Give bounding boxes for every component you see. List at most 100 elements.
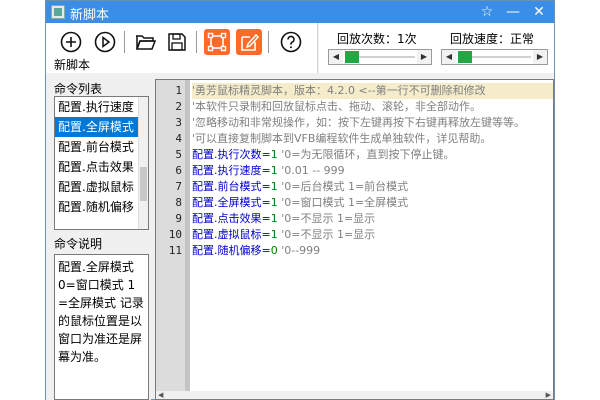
command-list-scrollbar[interactable] — [138, 97, 148, 229]
code-value: 1 — [270, 164, 278, 177]
minimize-button[interactable]: — — [502, 3, 524, 21]
slider-right-arrow-icon[interactable]: ▶ — [533, 50, 547, 64]
code-text: 配置.执行次数=1 '0=为无限循环，直到按下停止键。 — [192, 147, 454, 163]
playback-count-label: 回放次数：1次 — [337, 32, 417, 46]
command-list-item[interactable]: 配置.随机偏移 — [55, 197, 148, 217]
help-icon[interactable] — [278, 29, 304, 55]
command-list-item[interactable]: 配置.虚拟鼠标 — [55, 177, 148, 197]
app-icon — [51, 5, 65, 19]
code-line[interactable]: 3 '忽略移动和非常规操作，如：按下左键再按下右键再释放左键等等。 — [156, 115, 553, 131]
slider-thumb[interactable] — [458, 51, 472, 63]
scroll-left-arrow-icon[interactable]: ◀ — [158, 391, 163, 399]
code-line[interactable]: 10 配置.虚拟鼠标=1 '0=不显示 1=显示 — [156, 227, 553, 243]
code-comment: '0=为无限循环，直到按下停止键。 — [277, 148, 455, 161]
playback-count-slider[interactable]: ◀ ▶ — [328, 49, 432, 65]
slider-left-arrow-icon[interactable]: ◀ — [329, 50, 343, 64]
slider-right-arrow-icon[interactable]: ▶ — [417, 50, 431, 64]
line-number: 10 — [168, 228, 182, 241]
code-comment: '0=不显示 1=显示 — [277, 228, 376, 241]
code-text: 配置.全屏模式=1 '0=窗口模式 1=全屏模式 — [192, 195, 408, 211]
code-text: 配置.前台模式=1 '0=后台模式 1=前台模式 — [192, 179, 408, 195]
toolbar-separator — [124, 31, 125, 53]
command-list-title: 命令列表 — [54, 82, 103, 96]
code-value: 1 — [270, 180, 278, 193]
code-comment: '0=窗口模式 1=全屏模式 — [277, 196, 409, 209]
code-line[interactable]: 4 '可以直接复制脚本到VFB编程软件生成单独软件，详见帮助。 — [156, 131, 553, 147]
code-text: 配置.虚拟鼠标=1 '0=不显示 1=显示 — [192, 227, 375, 243]
scrollbar-thumb[interactable] — [140, 167, 147, 201]
app-window: 新脚本 ☆ — ✕ 新脚本 回放次数：1次 ◀ ▶ 回放速度：正常 ◀ ▶ 命令… — [45, 0, 555, 400]
code-line[interactable]: 7 配置.前台模式=1 '0=后台模式 1=前台模式 — [156, 179, 553, 195]
command-list-item[interactable]: 配置.前台模式 — [55, 137, 148, 157]
code-comment: '0.01 -- 999 — [277, 164, 345, 177]
left-panel: 命令列表 配置.执行速度 配置.全屏模式 配置.前台模式 配置.点击效果 配置.虚拟鼠标… — [46, 74, 151, 400]
pin-icon[interactable]: ☆ — [476, 3, 498, 21]
toolbar-separator — [268, 31, 269, 53]
command-list-item[interactable]: 配置.执行速度 — [55, 97, 148, 117]
play-icon[interactable] — [92, 29, 118, 55]
line-number: 4 — [175, 132, 182, 145]
code-keyword: 配置.执行次数= — [192, 148, 271, 161]
code-line[interactable]: 6 配置.执行速度=1 '0.01 -- 999 — [156, 163, 553, 179]
slider-thumb[interactable] — [345, 51, 359, 63]
close-button[interactable]: ✕ — [528, 3, 550, 21]
code-value: 1 — [270, 228, 278, 241]
code-text: 配置.随机偏移=0 '0--999 — [192, 243, 320, 259]
edit-icon[interactable] — [236, 29, 262, 55]
playback-speed-label: 回放速度：正常 — [450, 32, 535, 46]
code-keyword: 配置.前台模式= — [192, 180, 271, 193]
save-icon[interactable] — [164, 29, 190, 55]
code-text: '可以直接复制脚本到VFB编程软件生成单独软件，详见帮助。 — [192, 131, 491, 147]
line-number: 9 — [175, 212, 182, 225]
code-value: 1 — [270, 196, 278, 209]
code-text: 配置.点击效果=1 '0=不显示 1=显示 — [192, 211, 375, 227]
code-comment: '0=后台模式 1=前台模式 — [277, 180, 409, 193]
code-comment: '勇芳鼠标精灵脚本，版本：4.2.0 <--第一行不可删除和修改 — [192, 84, 486, 97]
toolbar: 新脚本 — [46, 23, 318, 73]
code-line[interactable]: 8 配置.全屏模式=1 '0=窗口模式 1=全屏模式 — [156, 195, 553, 211]
toolbar-separator — [196, 31, 197, 53]
line-number: 11 — [168, 244, 182, 257]
toolbar-label: 新脚本 — [54, 58, 91, 72]
code-line[interactable]: 1 '勇芳鼠标精灵脚本，版本：4.2.0 <--第一行不可删除和修改 — [156, 83, 553, 99]
code-line[interactable]: 11 配置.随机偏移=0 '0--999 — [156, 243, 553, 259]
playback-controls: 回放次数：1次 ◀ ▶ 回放速度：正常 ◀ ▶ — [319, 23, 554, 73]
line-number: 3 — [175, 116, 182, 129]
code-comment: '可以直接复制脚本到VFB编程软件生成单独软件，详见帮助。 — [192, 132, 492, 145]
editor-horizontal-scrollbar[interactable]: ◀ ▶ — [156, 391, 553, 399]
code-line[interactable]: 5 配置.执行次数=1 '0=为无限循环，直到按下停止键。 — [156, 147, 553, 163]
code-text: 配置.执行速度=1 '0.01 -- 999 — [192, 163, 345, 179]
line-number: 5 — [175, 148, 182, 161]
playback-speed-slider[interactable]: ◀ ▶ — [441, 49, 548, 65]
open-folder-icon[interactable] — [132, 29, 158, 55]
select-region-icon[interactable] — [204, 29, 230, 55]
command-desc-title: 命令说明 — [54, 237, 103, 251]
scroll-right-arrow-icon[interactable]: ▶ — [546, 391, 551, 399]
code-comment: '忽略移动和非常规操作，如：按下左键再按下右键再释放左键等等。 — [192, 116, 526, 129]
code-line[interactable]: 9 配置.点击效果=1 '0=不显示 1=显示 — [156, 211, 553, 227]
window-title: 新脚本 — [70, 8, 110, 23]
line-number: 6 — [175, 164, 182, 177]
code-keyword: 配置.虚拟鼠标= — [192, 228, 271, 241]
code-value: 1 — [270, 212, 278, 225]
code-comment: '本软件只录制和回放鼠标点击、拖动、滚轮，非全部动作。 — [192, 100, 482, 113]
code-value: 1 — [270, 148, 278, 161]
line-number: 7 — [175, 180, 182, 193]
command-list[interactable]: 配置.执行速度 配置.全屏模式 配置.前台模式 配置.点击效果 配置.虚拟鼠标 配置.随机… — [54, 96, 149, 230]
code-text: '忽略移动和非常规操作，如：按下左键再按下右键再释放左键等等。 — [192, 115, 525, 131]
code-comment: '0--999 — [277, 244, 321, 257]
command-list-item[interactable]: 配置.全屏模式 — [55, 117, 148, 137]
line-number: 2 — [175, 100, 182, 113]
code-text: '本软件只录制和回放鼠标点击、拖动、滚轮，非全部动作。 — [192, 99, 481, 115]
line-number: 1 — [175, 84, 182, 97]
code-line[interactable]: 2 '本软件只录制和回放鼠标点击、拖动、滚轮，非全部动作。 — [156, 99, 553, 115]
title-bar[interactable]: 新脚本 ☆ — ✕ — [46, 1, 554, 23]
code-text: '勇芳鼠标精灵脚本，版本：4.2.0 <--第一行不可删除和修改 — [192, 83, 553, 99]
command-list-item[interactable]: 配置.点击效果 — [55, 157, 148, 177]
script-editor[interactable]: ◀ ▶ 1 '勇芳鼠标精灵脚本，版本：4.2.0 <--第一行不可删除和修改 2 '本… — [155, 79, 554, 400]
code-value: 0 — [270, 244, 278, 257]
code-keyword: 配置.执行速度= — [192, 164, 271, 177]
code-keyword: 配置.点击效果= — [192, 212, 271, 225]
slider-left-arrow-icon[interactable]: ◀ — [442, 50, 456, 64]
add-icon[interactable] — [58, 29, 84, 55]
